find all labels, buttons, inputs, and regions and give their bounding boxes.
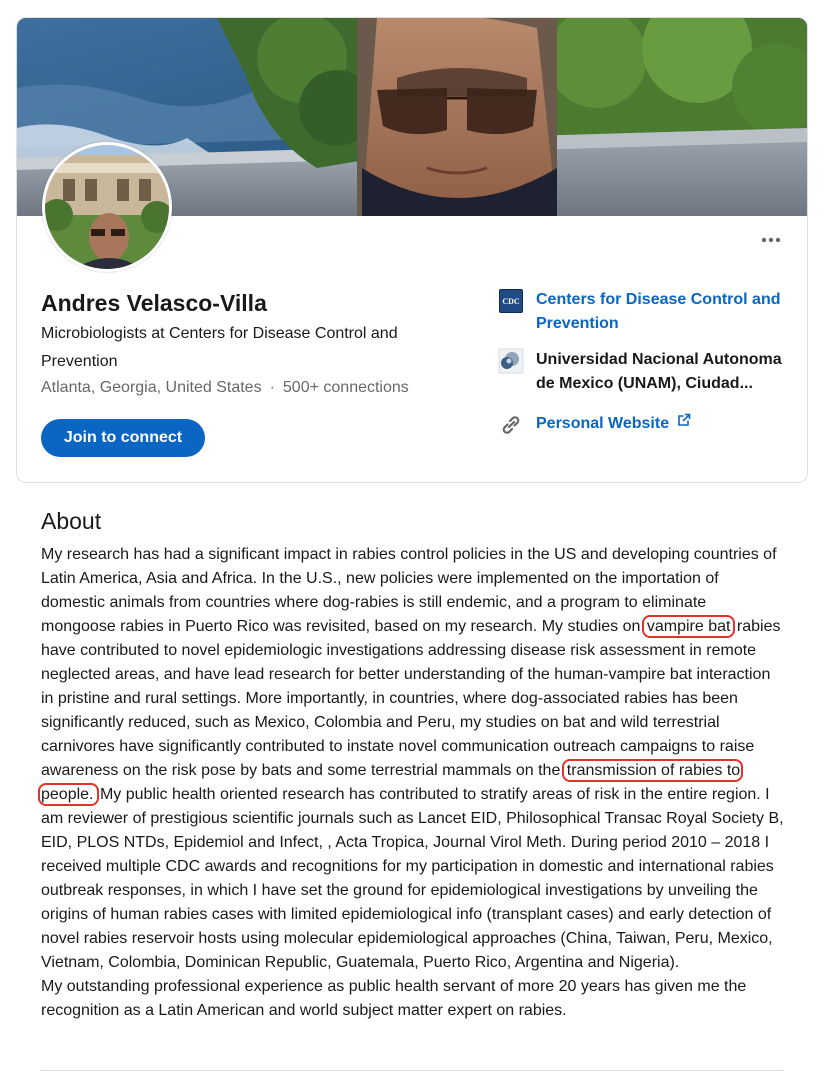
side-link-education[interactable]: Universidad Nacional Autonoma de Mexico … — [497, 348, 786, 396]
section-divider — [41, 1070, 783, 1071]
university-logo-icon — [497, 347, 525, 375]
external-link-icon — [677, 413, 690, 426]
profile-card: Andres Velasco-Villa Microbiologists at … — [16, 17, 808, 483]
personal-website-text: Personal Website — [536, 415, 670, 432]
side-link-employer-label: Centers for Disease Control and Preventi… — [536, 291, 781, 332]
profile-name: Andres Velasco-Villa — [41, 290, 267, 316]
join-to-connect-button[interactable]: Join to connect — [41, 419, 205, 457]
cdc-logo-icon: CDC — [497, 287, 525, 315]
profile-headline: Microbiologists at Centers for Disease C… — [41, 325, 398, 370]
about-text: My research has had a significant impact… — [37, 543, 785, 1023]
side-link-personal-website-label: Personal Website — [536, 412, 786, 436]
about-paragraph-2: My outstanding professional experience a… — [41, 978, 747, 1019]
about-text-part-3: My public health oriented research has c… — [41, 786, 784, 971]
meta-separator: · — [269, 379, 275, 396]
more-actions-button[interactable] — [755, 224, 787, 256]
profile-meta: Atlanta, Georgia, United States · 500+ con… — [41, 376, 409, 400]
side-link-personal-website[interactable]: Personal Website — [497, 412, 786, 439]
side-link-employer[interactable]: CDC Centers for Disease Control and Prev… — [497, 288, 786, 336]
about-heading: About — [41, 508, 102, 534]
about-text-part-2: rabies have contributed to novel epidemi… — [41, 618, 781, 779]
profile-connections: 500+ connections — [282, 379, 409, 396]
highlight-vampire-bat: vampire bat — [641, 615, 736, 638]
cdc-logo-text: CDC — [499, 289, 523, 313]
side-link-education-label: Universidad Nacional Autonoma de Mexico … — [536, 351, 782, 392]
more-horizontal-icon — [761, 237, 781, 243]
link-icon — [497, 411, 525, 439]
about-paragraph-1: My research has had a significant impact… — [37, 543, 785, 975]
profile-location: Atlanta, Georgia, United States — [41, 379, 262, 396]
avatar[interactable] — [42, 142, 172, 272]
